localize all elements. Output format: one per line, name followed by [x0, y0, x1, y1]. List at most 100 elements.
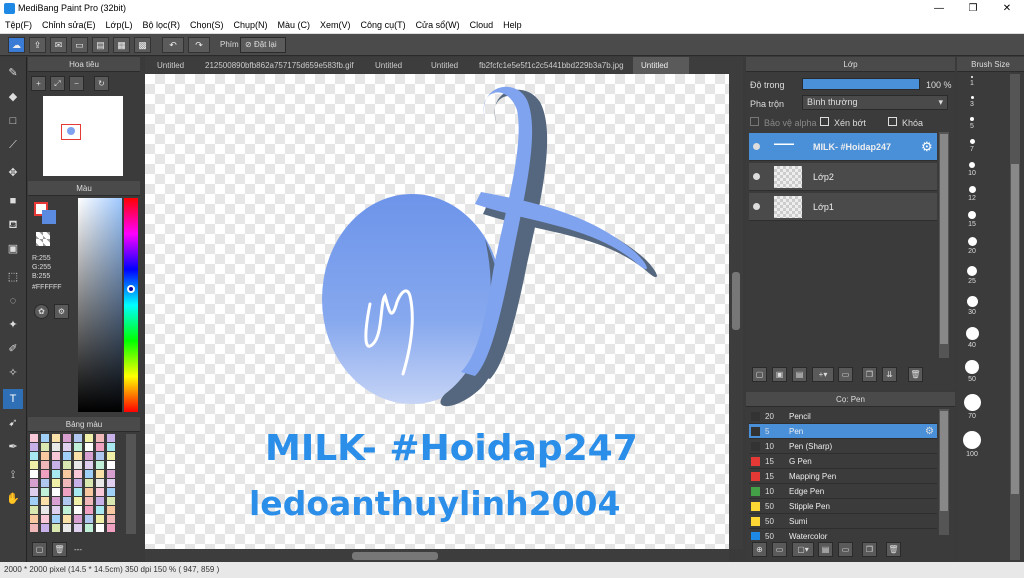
palette-swatch[interactable] [41, 497, 49, 505]
menu-file[interactable]: Tệp(F) [0, 17, 37, 33]
palette-swatch[interactable] [85, 497, 93, 505]
palette-swatch[interactable] [52, 524, 60, 532]
brush-folder-icon[interactable]: ▭ [772, 542, 787, 557]
brush-size-scrollbar[interactable] [1010, 74, 1020, 560]
eyedropper-tool-icon[interactable]: ✒ [3, 437, 23, 457]
palette-swatch[interactable] [63, 479, 71, 487]
palette-swatch[interactable] [63, 488, 71, 496]
palette-swatch[interactable] [41, 452, 49, 460]
hue-slider[interactable] [124, 198, 138, 412]
brush-size-option[interactable]: 7 [959, 139, 985, 153]
brush-cloud-icon[interactable]: ▭ [838, 542, 853, 557]
palette-swatch[interactable] [30, 452, 38, 460]
page-icon[interactable]: ▤ [92, 37, 109, 53]
clip-checkbox[interactable] [820, 117, 829, 126]
palette-swatch[interactable] [107, 479, 115, 487]
tab-jpg-file[interactable]: fb2fcfc1e5e5f1c2c5441bbd229b3a7b.jpg [471, 57, 641, 74]
visibility-eye-icon[interactable] [753, 143, 760, 150]
fit-icon[interactable]: ⤢ [50, 76, 65, 91]
add-layer-menu-icon[interactable]: +▾ [812, 367, 834, 382]
palette-swatch[interactable] [74, 452, 82, 460]
layer-scrollbar[interactable] [939, 132, 949, 358]
move-tool-icon[interactable]: ✥ [3, 163, 23, 183]
brush-size-option[interactable]: 70 [959, 394, 985, 420]
hand-tool-icon[interactable]: ✋ [3, 489, 23, 509]
brush-row[interactable]: 50 Sumi [749, 514, 937, 529]
undo-icon[interactable]: ↶ [162, 37, 184, 53]
menu-filter[interactable]: Bộ lọc(R) [137, 17, 185, 33]
brush-size-option[interactable]: 50 [959, 360, 985, 383]
palette-swatch[interactable] [85, 470, 93, 478]
palette-swatch[interactable] [41, 515, 49, 523]
palette-swatch[interactable] [63, 506, 71, 514]
palette-swatch[interactable] [52, 479, 60, 487]
merge-icon[interactable]: ⇊ [882, 367, 897, 382]
palette-swatch[interactable] [74, 443, 82, 451]
palette-swatch[interactable] [107, 515, 115, 523]
palette-swatch[interactable] [74, 434, 82, 442]
palette-swatch[interactable] [85, 488, 93, 496]
gear-icon[interactable]: ⚙ [921, 139, 933, 155]
palette-swatch[interactable] [96, 452, 104, 460]
brush-settings-icon[interactable]: ▤ [818, 542, 833, 557]
brush-row[interactable]: 20 Pencil [749, 409, 937, 424]
select-pen-tool-icon[interactable]: ✐ [3, 339, 23, 359]
palette-swatch[interactable] [52, 443, 60, 451]
delete-palette-icon[interactable]: 🗑 [52, 542, 67, 557]
palette-swatch[interactable] [41, 479, 49, 487]
palette-swatch[interactable] [63, 434, 71, 442]
palette-swatch[interactable] [85, 506, 93, 514]
opacity-slider[interactable] [802, 78, 920, 90]
palette-swatch[interactable] [41, 488, 49, 496]
palette-swatch[interactable] [30, 479, 38, 487]
palette-swatch[interactable] [52, 515, 60, 523]
brush-size-option[interactable]: 100 [959, 431, 985, 458]
layer-scroll-thumb[interactable] [940, 134, 948, 344]
palette-swatch[interactable] [107, 434, 115, 442]
brush-size-option[interactable]: 30 [959, 296, 985, 316]
palette-swatch[interactable] [107, 470, 115, 478]
lock-checkbox[interactable] [888, 117, 897, 126]
palette-swatch[interactable] [96, 479, 104, 487]
palette-swatch[interactable] [96, 488, 104, 496]
dropper-tool-icon[interactable]: ⟟ [3, 465, 23, 485]
line-tool-icon[interactable]: ⟋ [3, 135, 23, 155]
palette-swatch[interactable] [30, 470, 38, 478]
zoom-in-icon[interactable]: + [31, 76, 46, 91]
brush-trash-icon[interactable]: 🗑 [886, 542, 901, 557]
folder-icon[interactable]: ▭ [838, 367, 853, 382]
palette-swatch[interactable] [74, 515, 82, 523]
palette-swatch[interactable] [52, 452, 60, 460]
palette-swatch[interactable] [30, 497, 38, 505]
protect-alpha-checkbox[interactable] [750, 117, 759, 126]
menu-tools[interactable]: Công cụ(T) [356, 17, 411, 33]
palette-swatch[interactable] [107, 452, 115, 460]
canvas-area[interactable]: MILK- #Hoidap247 ledoanthuylinh2004 [145, 74, 729, 549]
palette-swatch[interactable] [41, 434, 49, 442]
trash-icon[interactable]: 🗑 [908, 367, 923, 382]
brush-tool-icon[interactable]: ✎ [3, 63, 23, 83]
menu-select[interactable]: Chọn(S) [185, 17, 229, 33]
palette-swatch[interactable] [41, 443, 49, 451]
palette-swatch[interactable] [107, 497, 115, 505]
palette-swatch[interactable] [63, 515, 71, 523]
palette-swatch[interactable] [63, 497, 71, 505]
palette-swatch[interactable] [107, 461, 115, 469]
palette-swatch[interactable] [107, 524, 115, 532]
tab-untitled-2[interactable]: Untitled [367, 57, 425, 74]
brush-row[interactable]: 10 Edge Pen [749, 484, 937, 499]
grid-icon[interactable]: ▩ [134, 37, 151, 53]
palette-swatch[interactable] [52, 497, 60, 505]
canvas-horizontal-scrollbar[interactable] [145, 549, 729, 562]
new-halftone-layer-icon[interactable]: ▤ [792, 367, 807, 382]
palette-swatch[interactable] [96, 515, 104, 523]
comment-icon[interactable]: ✉ [50, 37, 67, 53]
brush-scrollbar[interactable] [939, 409, 949, 535]
navigator-preview[interactable] [43, 96, 123, 176]
layer-row-text[interactable]: ▬▬▬▬ MILK- #Hoidap247 ⚙ [749, 133, 937, 161]
palette-swatch[interactable] [52, 488, 60, 496]
select-eraser-tool-icon[interactable]: ✧ [3, 363, 23, 383]
palette-swatch[interactable] [52, 434, 60, 442]
palette-swatch[interactable] [85, 479, 93, 487]
lasso-tool-icon[interactable]: ◌ [3, 291, 23, 311]
